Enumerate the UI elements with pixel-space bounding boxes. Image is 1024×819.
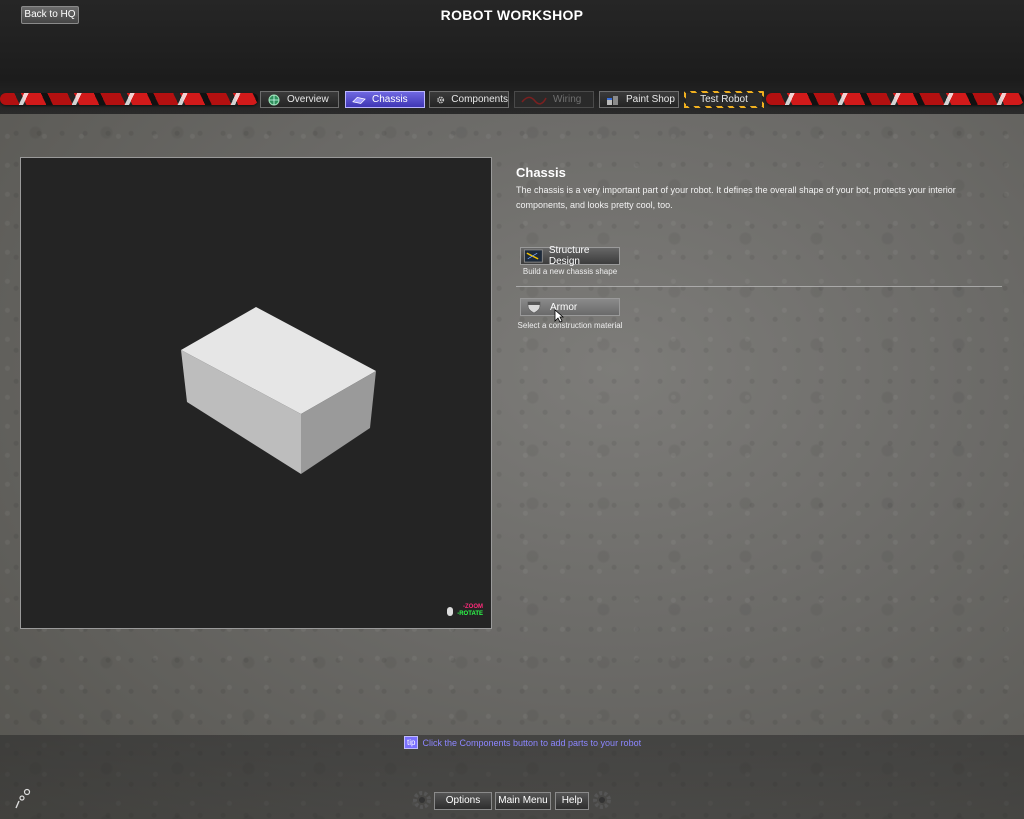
- section-divider: [516, 286, 1002, 287]
- action-label: Structure Design: [548, 245, 590, 267]
- tab-paint-shop[interactable]: Paint Shop: [599, 91, 679, 108]
- structure-design-button[interactable]: Structure Design: [520, 245, 620, 267]
- mouse-icon: [447, 607, 454, 616]
- shield-icon: [527, 301, 541, 314]
- tab-components[interactable]: Components: [429, 91, 509, 108]
- wire-decoration-left: [0, 93, 258, 105]
- gear-icon: [437, 96, 445, 103]
- wire-icon: [521, 96, 547, 105]
- page-title: ROBOT WORKSHOP: [440, 7, 584, 23]
- mouse-cursor-icon: [554, 309, 564, 323]
- tab-label: Wiring: [553, 94, 582, 105]
- section-description: The chassis is a very important part of …: [516, 185, 956, 210]
- tab-label: Chassis: [372, 94, 408, 105]
- wire-decoration-right: [766, 93, 1024, 105]
- tab-chassis[interactable]: Chassis: [345, 91, 425, 108]
- gear-right-icon: [593, 791, 611, 809]
- rotate-label: ROTATE: [459, 611, 483, 617]
- tab-label: Components: [451, 94, 508, 105]
- chassis-box-model: [181, 307, 376, 474]
- structure-design-caption: Build a new chassis shape: [522, 267, 618, 276]
- armor-caption: Select a construction material: [517, 321, 623, 330]
- section-title: Chassis: [516, 165, 566, 180]
- tab-label: Test Robot: [700, 94, 748, 105]
- chassis-icon: [352, 96, 366, 104]
- tab-overview[interactable]: Overview: [260, 91, 339, 108]
- test-robot-button[interactable]: Test Robot: [684, 91, 764, 108]
- zoom-label: ZOOM: [465, 604, 483, 610]
- options-button[interactable]: Options: [434, 792, 492, 810]
- help-button[interactable]: Help: [555, 792, 589, 810]
- status-indicator-icon: [15, 788, 31, 809]
- tab-label: Overview: [287, 94, 329, 105]
- tip-text: Click the Components button to add parts…: [422, 737, 642, 748]
- main-menu-button[interactable]: Main Menu: [495, 792, 551, 810]
- zoom-rotate-hint: -ZOOM -ROTATE: [447, 604, 483, 618]
- blueprint-icon: [524, 249, 543, 263]
- tip-badge: tip: [404, 736, 419, 749]
- gear-left-icon: [413, 791, 431, 809]
- robot-3d-viewport[interactable]: -ZOOM -ROTATE: [20, 157, 492, 629]
- paint-cans-icon: [607, 95, 618, 105]
- armor-button[interactable]: Armor: [520, 298, 620, 316]
- globe-icon: [268, 94, 280, 105]
- tab-wiring[interactable]: Wiring: [514, 91, 594, 108]
- tab-label: Paint Shop: [626, 94, 675, 105]
- tip-bar: tip Click the Components button to add p…: [404, 736, 641, 749]
